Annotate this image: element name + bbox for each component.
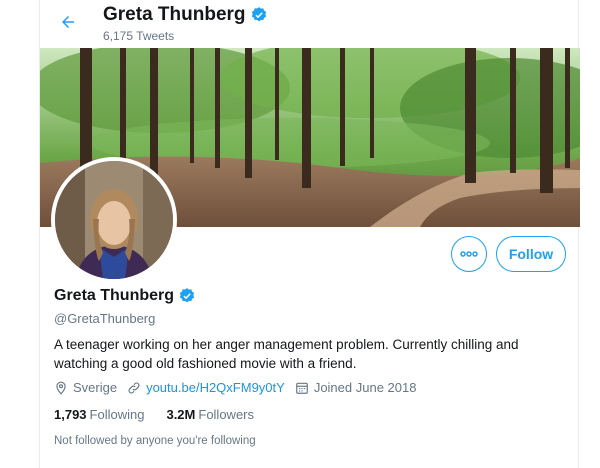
profile-stats: 1,793 Following 3.2M Followers xyxy=(54,407,276,422)
following-stat[interactable]: 1,793 Following xyxy=(54,407,144,422)
location-text: Sverige xyxy=(73,380,118,395)
followers-count: 3.2M xyxy=(166,407,196,422)
profile-header: Greta Thunberg 6,175 Tweets xyxy=(40,0,580,48)
header-title-row: Greta Thunberg xyxy=(103,4,268,26)
back-button[interactable] xyxy=(55,9,81,35)
followers-stat[interactable]: 3.2M Followers xyxy=(166,407,254,422)
profile-bio: A teenager working on her anger manageme… xyxy=(54,337,519,371)
profile-column: Greta Thunberg 6,175 Tweets Follow Greta… xyxy=(39,0,580,468)
website-link[interactable]: youtu.be/H2QxFM9y0tY xyxy=(146,380,285,395)
profile-avatar[interactable] xyxy=(51,157,177,283)
avatar-image xyxy=(55,161,173,279)
more-options-button[interactable] xyxy=(451,236,487,272)
verified-badge-icon xyxy=(251,7,266,22)
profile-handle: @GretaThunberg xyxy=(54,311,156,326)
link-icon xyxy=(128,382,140,393)
website-item: youtu.be/H2QxFM9y0tY xyxy=(127,380,285,395)
tweet-count: 6,175 Tweets xyxy=(103,29,175,43)
calendar-icon xyxy=(295,382,308,394)
joined-text: Joined June 2018 xyxy=(313,380,417,395)
profile-name-row: Greta Thunberg xyxy=(54,287,196,305)
more-dots-icon xyxy=(460,251,478,257)
verified-badge-icon xyxy=(179,288,195,303)
location-pin-icon xyxy=(56,381,66,395)
followed-by-note: Not followed by anyone you're following xyxy=(54,435,256,447)
follow-button[interactable]: Follow xyxy=(496,236,566,272)
header-title: Greta Thunberg xyxy=(103,4,246,25)
joined-item: Joined June 2018 xyxy=(295,380,417,395)
following-count: 1,793 xyxy=(54,407,87,422)
profile-name: Greta Thunberg xyxy=(54,287,175,304)
followers-label: Followers xyxy=(198,407,254,422)
arrow-left-icon xyxy=(62,16,74,28)
location-item: Sverige xyxy=(54,380,117,395)
profile-meta: Sverige youtu.be/H2QxFM9y0tY Joined June… xyxy=(54,380,426,395)
following-label: Following xyxy=(89,407,145,422)
